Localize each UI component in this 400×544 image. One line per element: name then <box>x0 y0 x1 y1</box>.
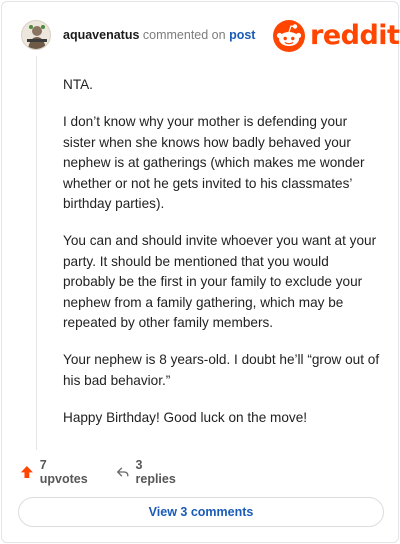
comment-paragraph: I don’t know why your mother is defendin… <box>63 114 365 211</box>
thread-line[interactable] <box>36 56 37 450</box>
reddit-snoo-icon <box>273 20 305 52</box>
replies-button[interactable]: 3 replies <box>116 458 178 486</box>
comment-body: NTA. I don’t know why your mother is def… <box>63 75 381 445</box>
reply-arrow-icon <box>117 467 129 477</box>
upvote-arrow-icon[interactable] <box>20 464 34 480</box>
comment-meta: aquavenatus commented on post <box>63 28 255 42</box>
comment-paragraph: You can and should invite whoever you wa… <box>63 233 377 330</box>
comment-card: aquavenatus commented on post reddit NTA… <box>1 1 400 543</box>
user-avatar[interactable] <box>21 20 51 50</box>
reddit-logo[interactable]: reddit <box>272 19 400 53</box>
upvote-count: 7 upvotes <box>39 458 88 486</box>
commented-on-text: commented on <box>142 28 226 42</box>
comment-header: aquavenatus commented on post reddit <box>18 16 400 53</box>
comment-paragraph: NTA. <box>63 77 93 92</box>
comment-paragraph: Your nephew is 8 years-old. I doubt he’l… <box>63 352 380 388</box>
replies-count: 3 replies <box>135 458 176 486</box>
comment-paragraph: Happy Birthday! Good luck on the move! <box>63 409 308 425</box>
view-comments-button[interactable]: View 3 comments <box>18 497 384 527</box>
post-link[interactable]: post <box>229 28 255 42</box>
reddit-wordmark: reddit <box>310 20 400 51</box>
avatar-figure-icon <box>22 21 50 49</box>
username-link[interactable]: aquavenatus <box>63 28 139 42</box>
upvote-button[interactable]: 7 upvotes <box>20 458 90 486</box>
